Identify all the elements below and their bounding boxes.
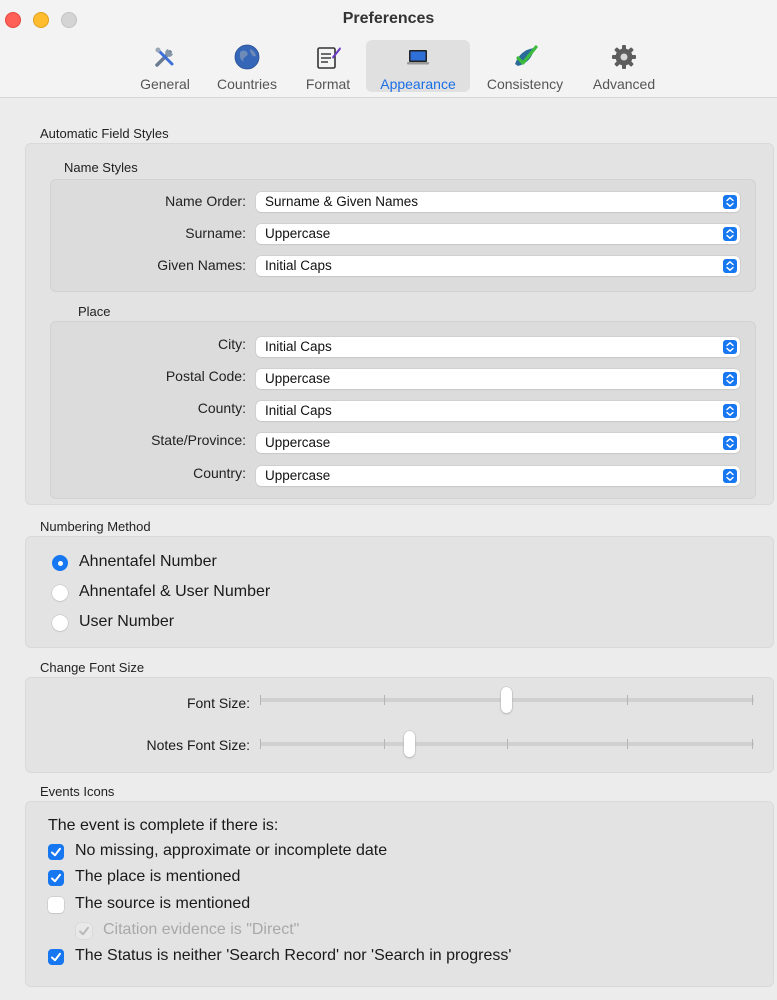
given-names-label: Given Names: [157,257,246,273]
window-title: Preferences [342,10,435,27]
county-select[interactable]: Initial Caps [256,401,740,421]
slider-tick [384,695,385,705]
checkbox-label: The source is mentioned [75,895,251,912]
slider-tick [752,739,753,749]
given-names-select[interactable]: Initial Caps [256,256,740,276]
tab-consistency-label: Consistency [486,76,564,92]
tab-general[interactable]: General [134,40,196,92]
place-group: City: Initial Caps Postal Code: Uppercas… [50,321,756,499]
name-order-label: Name Order: [165,193,246,209]
slider-tick [627,695,628,705]
postal-code-label: Postal Code: [165,368,246,384]
place-title: Place [78,304,111,319]
titlebar: Preferences General Countries Format App… [0,0,777,98]
tab-appearance-label: Appearance [380,76,456,92]
tab-consistency[interactable]: Consistency [476,40,574,92]
chevron-updown-icon [723,259,737,273]
city-value: Initial Caps [265,339,332,354]
radio-button[interactable] [52,585,68,601]
name-order-value: Surname & Given Names [265,194,419,209]
country-value: Uppercase [265,468,331,483]
laptop-icon [407,50,429,65]
checkmark-icon [51,873,61,883]
county-label: County: [197,400,246,416]
checkbox-label: The place is mentioned [75,868,241,885]
checkbox-label: Citation evidence is "Direct" [103,921,300,938]
postal-code-select[interactable]: Uppercase [256,369,740,389]
chevron-updown-icon [723,404,737,418]
given-names-value: Initial Caps [265,258,332,273]
postal-code-value: Uppercase [265,371,331,386]
radio-label: Ahnentafel Number [79,553,217,570]
tab-format-label: Format [305,76,351,92]
surname-select[interactable]: Uppercase [256,224,740,244]
slider-tick [260,739,261,749]
slider-tick [384,739,385,749]
globe-icon [234,44,260,70]
chevron-updown-icon [723,227,737,241]
gear-icon [612,45,636,69]
city-label: City: [218,336,246,352]
font-size-group [25,677,774,773]
chevron-updown-icon [723,469,737,483]
checkmark-icon [51,847,61,857]
checkbox-label: The Status is neither 'Search Record' no… [75,947,512,964]
checkbox[interactable] [48,844,64,860]
state-province-select[interactable]: Uppercase [256,433,740,453]
events-intro-text: The event is complete if there is: [48,817,279,834]
tab-format[interactable]: Format [298,40,358,92]
radio-button[interactable] [52,615,68,631]
surname-value: Uppercase [265,226,331,241]
chevron-updown-icon [723,195,737,209]
chevron-updown-icon [723,372,737,386]
surname-label: Surname: [185,225,246,241]
radio-label: Ahnentafel & User Number [79,583,271,600]
auto-field-styles-title: Automatic Field Styles [40,126,169,141]
tab-advanced[interactable]: Advanced [586,40,662,92]
font-size-label: Font Size: [186,695,250,711]
slider-tick [260,695,261,705]
slider-tick [627,739,628,749]
state-province-label: State/Province: [151,432,246,448]
tab-advanced-label: Advanced [592,76,656,92]
tab-countries-label: Countries [217,76,277,92]
slider-tick [507,739,508,749]
slider-tick [752,695,753,705]
name-order-select[interactable]: Surname & Given Names [256,192,740,212]
chevron-updown-icon [723,340,737,354]
country-label: Country: [193,465,246,481]
checkmark-icon [79,926,89,936]
numbering-method-title: Numbering Method [40,519,151,534]
checkbox-disabled [76,923,92,939]
font-size-slider-knob[interactable] [501,687,512,713]
checkbox-label: No missing, approximate or incomplete da… [75,842,388,859]
checkbox[interactable] [48,897,64,913]
country-select[interactable]: Uppercase [256,466,740,486]
notes-font-size-label: Notes Font Size: [146,737,251,753]
checkbox[interactable] [48,870,64,886]
notes-font-size-slider-knob[interactable] [404,731,415,757]
events-icons-title: Events Icons [40,784,115,799]
tab-countries[interactable]: Countries [210,40,284,92]
chevron-updown-icon [723,436,737,450]
tools-icon [155,47,174,67]
radio-button[interactable] [52,555,68,571]
name-styles-title: Name Styles [64,160,138,175]
auto-field-styles-group: Name Styles Name Order: Surname & Given … [25,143,774,505]
checkbox[interactable] [48,949,64,965]
format-icon [317,47,341,69]
checkmark-icon [515,45,538,66]
county-value: Initial Caps [265,403,332,418]
tab-appearance[interactable]: Appearance [366,40,470,92]
state-province-value: Uppercase [265,435,331,450]
name-styles-group: Name Order: Surname & Given Names Surnam… [50,179,756,292]
change-font-size-title: Change Font Size [40,660,145,675]
tab-general-label: General [140,76,190,92]
checkmark-icon [51,952,61,962]
city-select[interactable]: Initial Caps [256,337,740,357]
radio-label: User Number [79,613,175,630]
